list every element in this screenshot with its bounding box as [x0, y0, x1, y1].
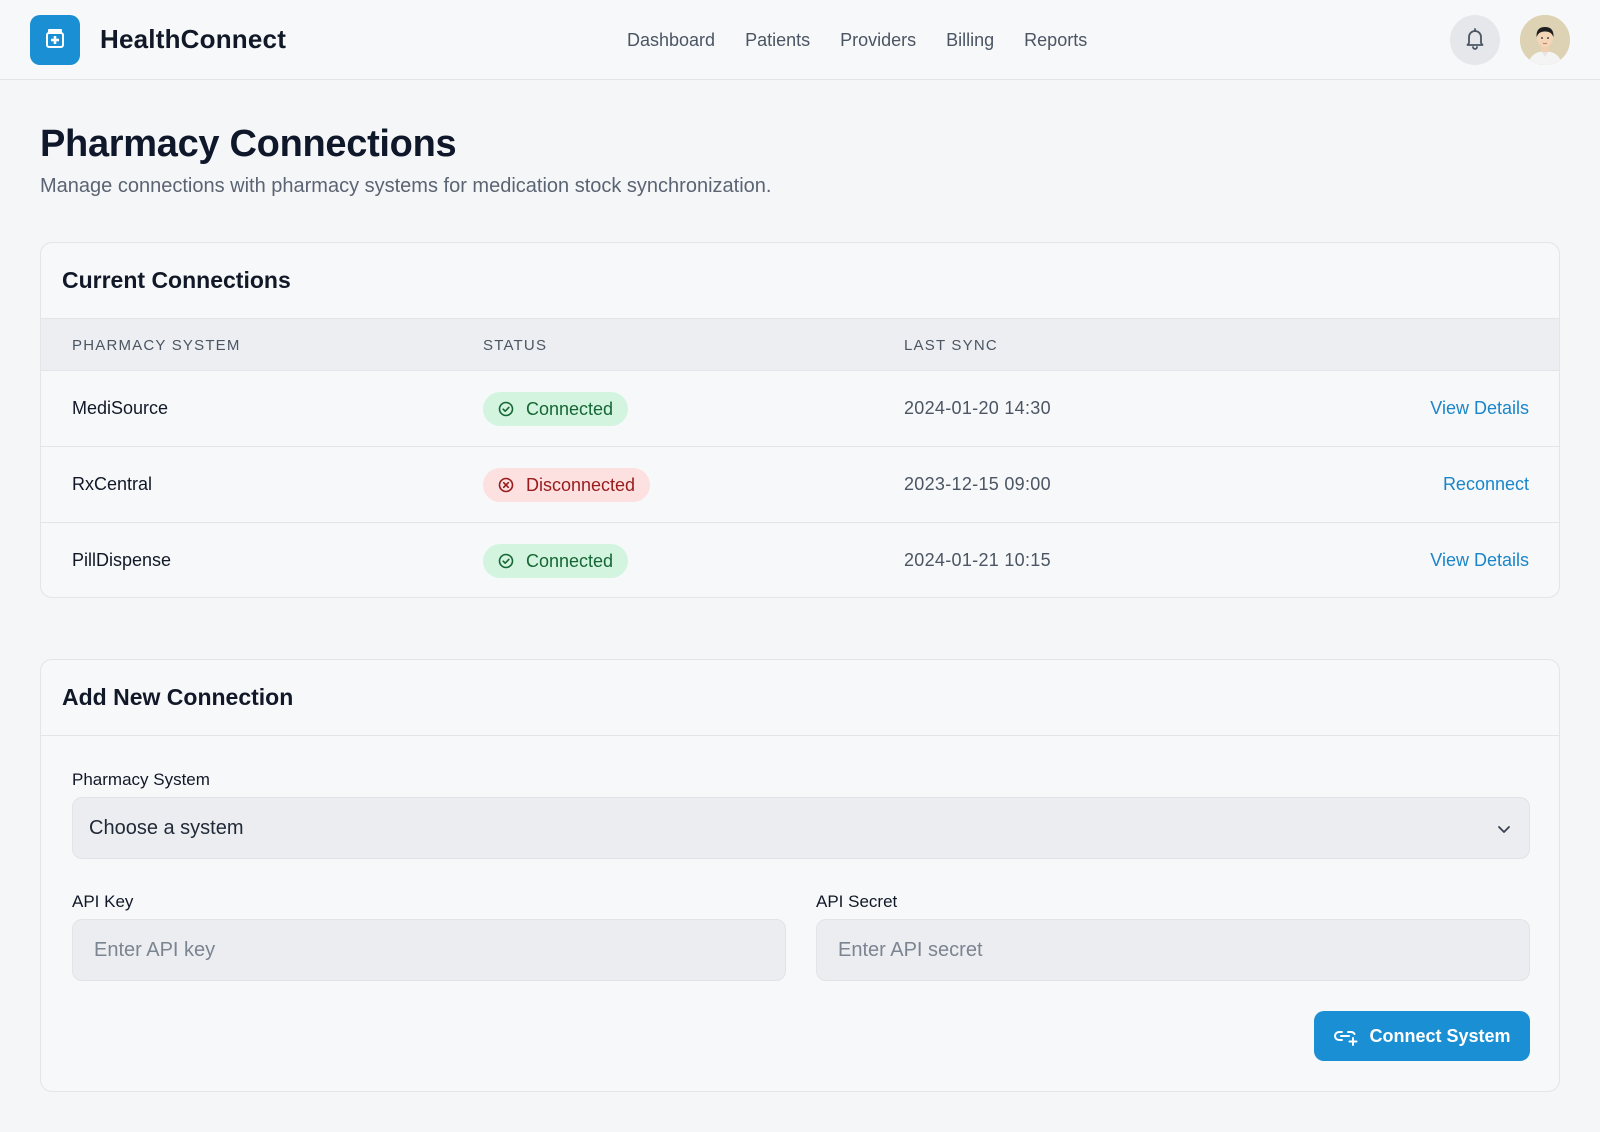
column-header-status: STATUS — [483, 337, 548, 354]
pharmacy-system-select[interactable]: Choose a system — [72, 797, 1530, 859]
status-label: Disconnected — [526, 474, 636, 495]
api-key-label: API Key — [72, 892, 134, 911]
status-badge: Connected — [483, 392, 629, 426]
table-row: MediSource Connected 2024-01-20 14:30 Vi… — [41, 371, 1559, 447]
pharmacy-name: PillDispense — [72, 550, 172, 570]
notifications-button[interactable] — [1450, 15, 1500, 65]
current-connections-card: Current Connections PHARMACY SYSTEM STAT… — [40, 242, 1560, 598]
current-connections-title: Current Connections — [41, 243, 1559, 319]
column-header-pharmacy-system: PHARMACY SYSTEM — [72, 337, 241, 354]
select-value: Choose a system — [89, 817, 244, 839]
connect-system-label: Connect System — [1369, 1025, 1511, 1046]
status-badge: Connected — [483, 544, 629, 578]
brand-name: HealthConnect — [100, 24, 287, 54]
status-label: Connected — [526, 550, 614, 571]
api-secret-label: API Secret — [816, 892, 898, 911]
table-header: PHARMACY SYSTEM STATUS LAST SYNC — [41, 319, 1559, 371]
table-row: PillDispense Connected 2024-01-21 10:15 … — [41, 523, 1559, 597]
page-title: Pharmacy Connections — [40, 123, 457, 165]
nav-item-providers[interactable]: Providers — [840, 28, 916, 52]
top-navigation-bar: HealthConnect Dashboard Patients Provide… — [0, 0, 1600, 80]
check-circle-icon — [498, 553, 514, 569]
pharmacy-name: RxCentral — [72, 474, 153, 494]
chevron-down-icon — [1495, 820, 1513, 843]
nav-item-reports[interactable]: Reports — [1024, 28, 1087, 52]
add-connection-title: Add New Connection — [41, 660, 1559, 736]
app-logo[interactable] — [30, 15, 80, 65]
reconnect-link[interactable]: Reconnect — [1443, 474, 1529, 495]
view-details-link[interactable]: View Details — [1430, 550, 1529, 571]
last-sync-time: 2023-12-15 09:00 — [904, 474, 1051, 494]
table-row: RxCentral Disconnected 2023-12-15 09:00 … — [41, 447, 1559, 523]
medical-kit-icon — [44, 27, 66, 54]
status-badge: Disconnected — [483, 468, 651, 502]
column-header-last-sync: LAST SYNC — [904, 337, 998, 354]
nav-item-patients[interactable]: Patients — [745, 28, 810, 52]
nav-item-dashboard[interactable]: Dashboard — [627, 28, 715, 52]
main-nav: Dashboard Patients Providers Billing Rep… — [627, 28, 1117, 52]
api-key-input[interactable] — [72, 919, 786, 981]
last-sync-time: 2024-01-20 14:30 — [904, 398, 1051, 418]
api-secret-input[interactable] — [816, 919, 1530, 981]
bell-icon — [1463, 26, 1487, 55]
connect-system-button[interactable]: Connect System — [1314, 1011, 1530, 1061]
add-connection-card: Add New Connection Pharmacy System Choos… — [40, 659, 1560, 1092]
view-details-link[interactable]: View Details — [1430, 398, 1529, 419]
check-circle-icon — [498, 401, 514, 417]
nav-item-billing[interactable]: Billing — [946, 28, 994, 52]
pharmacy-name: MediSource — [72, 398, 169, 418]
user-avatar[interactable] — [1520, 15, 1570, 65]
x-circle-icon — [498, 477, 514, 493]
pharmacy-system-label: Pharmacy System — [72, 770, 210, 789]
page-subtitle: Manage connections with pharmacy systems… — [40, 175, 772, 197]
status-label: Connected — [526, 398, 614, 419]
link-add-icon — [1333, 1026, 1359, 1046]
last-sync-time: 2024-01-21 10:15 — [904, 550, 1051, 570]
